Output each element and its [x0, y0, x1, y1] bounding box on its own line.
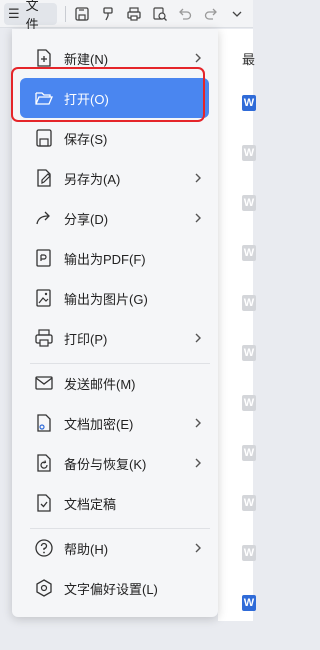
- recent-header: 最: [242, 52, 256, 67]
- new-document-icon: [37, 49, 51, 67]
- word-doc-icon[interactable]: W: [242, 245, 256, 261]
- mail-icon: [35, 376, 53, 390]
- toolbar-divider: [65, 5, 67, 22]
- chevron-right-icon: [195, 53, 201, 63]
- menu-item-new[interactable]: 新建(N): [20, 38, 209, 78]
- menu-item-label: 输出为图片(G): [64, 291, 148, 307]
- print-preview-icon[interactable]: [150, 3, 170, 25]
- settings-hexagon-icon: [36, 579, 52, 597]
- word-doc-icon[interactable]: W: [242, 595, 256, 611]
- print-icon[interactable]: [124, 3, 144, 25]
- word-doc-icon[interactable]: W: [242, 395, 256, 411]
- chevron-right-icon: [195, 418, 201, 428]
- menu-item-label: 打开(O): [64, 91, 109, 107]
- menu-item-save[interactable]: 保存(S): [20, 118, 209, 158]
- folder-open-icon: [35, 92, 53, 105]
- menu-item-help[interactable]: 帮助(H): [20, 528, 209, 568]
- file-menu: 新建(N) 打开(O) 保存(S) 另存为(A) 分享(D) 输出为PDF(F)…: [12, 29, 218, 617]
- undo-icon[interactable]: [176, 3, 196, 25]
- chevron-right-icon: [195, 173, 201, 183]
- menu-item-label: 保存(S): [64, 131, 108, 147]
- redo-icon[interactable]: [201, 3, 221, 25]
- save-icon[interactable]: [72, 3, 92, 25]
- share-icon: [36, 211, 50, 225]
- export-pdf-icon: [36, 249, 51, 267]
- word-doc-icon[interactable]: W: [242, 445, 256, 461]
- menu-item-label: 打印(P): [64, 331, 108, 347]
- menu-item-share[interactable]: 分享(D): [20, 198, 209, 238]
- word-doc-icon[interactable]: W: [242, 145, 256, 161]
- menu-item-save-as[interactable]: 另存为(A): [20, 158, 209, 198]
- recent-documents-panel: 最 W W W W W W W W W W W: [218, 29, 256, 621]
- menu-item-label: 帮助(H): [64, 541, 109, 557]
- menu-item-send-email[interactable]: 发送邮件(M): [20, 363, 209, 403]
- finalize-document-icon: [37, 494, 51, 512]
- lock-document-icon: [37, 414, 51, 432]
- menu-item-label: 另存为(A): [64, 171, 121, 187]
- chevron-right-icon: [195, 213, 201, 223]
- menu-item-print[interactable]: 打印(P): [20, 318, 209, 358]
- chevron-right-icon: [195, 543, 201, 553]
- menu-item-label: 文档加密(E): [64, 416, 134, 432]
- menu-item-label: 备份与恢复(K): [64, 456, 147, 472]
- chevron-right-icon: [195, 458, 201, 468]
- menu-item-label: 文字偏好设置(L): [64, 581, 158, 597]
- menu-item-label: 文档定稿: [64, 496, 117, 512]
- export-image-icon: [36, 289, 51, 307]
- backup-icon: [37, 454, 51, 472]
- menu-item-open[interactable]: 打开(O): [20, 78, 209, 118]
- chevron-right-icon: [195, 333, 201, 343]
- word-doc-icon[interactable]: W: [242, 195, 256, 211]
- print-icon: [35, 329, 53, 347]
- menu-item-label: 新建(N): [64, 51, 109, 67]
- word-doc-icon[interactable]: W: [242, 495, 256, 511]
- menu-item-label: 分享(D): [64, 211, 109, 227]
- save-as-icon: [37, 169, 51, 187]
- menu-item-label: 发送邮件(M): [64, 376, 136, 392]
- hamburger-icon: ☰: [8, 6, 20, 21]
- save-icon: [36, 129, 52, 147]
- format-painter-icon[interactable]: [98, 3, 118, 25]
- word-doc-icon[interactable]: W: [242, 95, 256, 111]
- chevron-down-icon[interactable]: [227, 3, 247, 25]
- menu-item-finalize[interactable]: 文档定稿: [20, 483, 209, 523]
- menu-item-font-preferences[interactable]: 文字偏好设置(L): [20, 568, 209, 608]
- menu-item-export-image[interactable]: 输出为图片(G): [20, 278, 209, 318]
- menu-item-encrypt[interactable]: 文档加密(E): [20, 403, 209, 443]
- menu-item-export-pdf[interactable]: 输出为PDF(F): [20, 238, 209, 278]
- menu-item-label: 输出为PDF(F): [64, 251, 146, 267]
- menu-item-backup[interactable]: 备份与恢复(K): [20, 443, 209, 483]
- toolbar: ☰ 文件: [0, 0, 253, 32]
- file-menu-label: 文件: [25, 0, 39, 32]
- word-doc-icon[interactable]: W: [242, 545, 256, 561]
- help-icon: [35, 539, 53, 557]
- word-doc-icon[interactable]: W: [242, 345, 256, 361]
- file-menu-button[interactable]: ☰ 文件: [4, 0, 58, 32]
- word-doc-icon[interactable]: W: [242, 295, 256, 311]
